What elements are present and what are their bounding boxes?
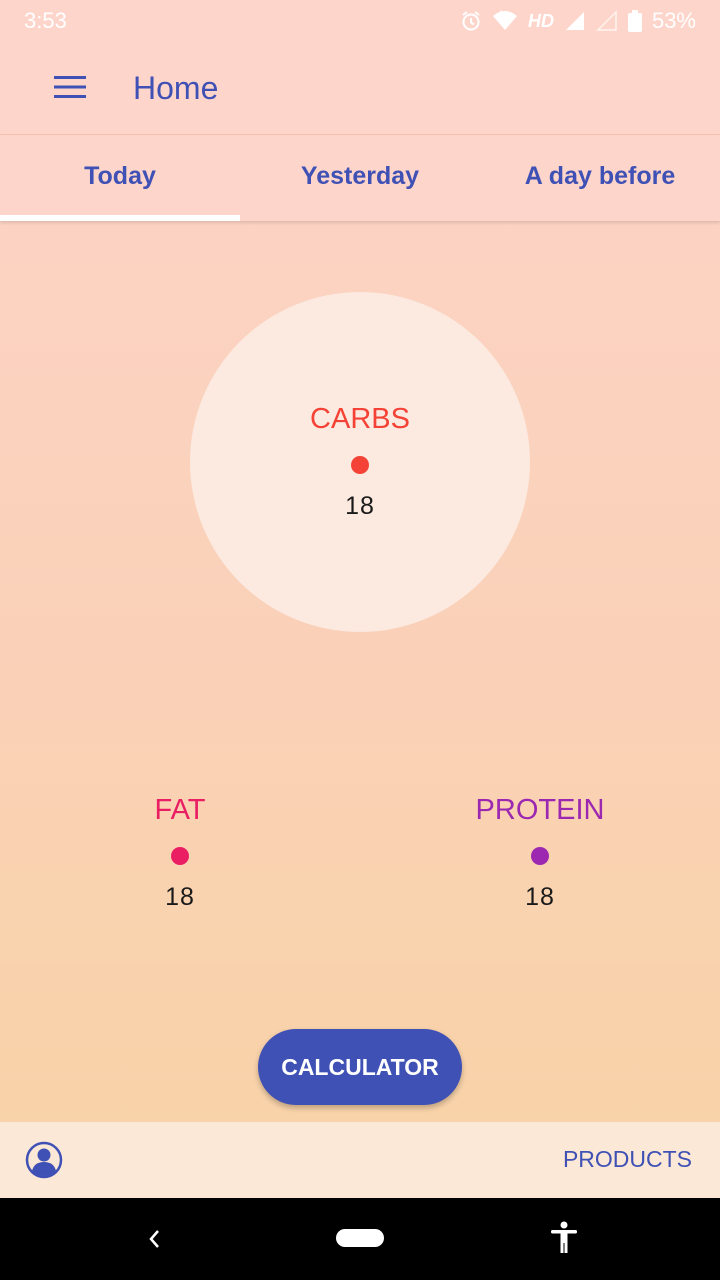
tab-label: A day before: [524, 161, 676, 190]
profile-button[interactable]: [24, 1140, 64, 1180]
bottom-bar: PRODUCTS: [0, 1122, 720, 1198]
carbs-macro: CARBS 18: [240, 402, 480, 521]
network-type: HD: [527, 10, 554, 31]
alarm-icon: [460, 10, 482, 32]
battery-icon: [627, 10, 642, 32]
home-pill-icon[interactable]: [336, 1229, 384, 1247]
fat-value: 18: [165, 883, 195, 911]
fat-dot: [171, 847, 189, 865]
status-icons: HD 53%: [460, 8, 696, 34]
page-title: Home: [133, 70, 219, 106]
carbs-value: 18: [345, 492, 375, 520]
back-icon[interactable]: [142, 1224, 168, 1259]
tab-day-before[interactable]: A day before: [480, 135, 720, 221]
tab-label: Yesterday: [300, 161, 420, 190]
system-nav-bar: [0, 1198, 720, 1280]
app-bar: Home: [0, 44, 720, 135]
tab-today[interactable]: Today: [0, 135, 240, 221]
account-circle-icon: [24, 1141, 64, 1184]
tab-yesterday[interactable]: Yesterday: [240, 135, 480, 221]
protein-dot: [531, 847, 549, 865]
signal-empty-icon: [596, 10, 618, 32]
accessibility-icon[interactable]: [548, 1220, 580, 1261]
protein-macro: PROTEIN 18: [420, 793, 660, 912]
tab-bar: Today Yesterday A day before: [0, 135, 720, 221]
products-button[interactable]: PRODUCTS: [563, 1146, 692, 1173]
carbs-label: CARBS: [310, 403, 410, 435]
signal-icon: [564, 10, 586, 32]
menu-icon: [54, 75, 86, 104]
calculator-label: CALCULATOR: [281, 1053, 439, 1080]
tab-label: Today: [84, 161, 156, 190]
fat-label: FAT: [154, 794, 206, 826]
tab-indicator: [0, 215, 240, 221]
status-time: 3:53: [24, 8, 67, 33]
battery-percent: 53%: [651, 8, 696, 33]
wifi-icon: [492, 10, 518, 32]
protein-label: PROTEIN: [475, 794, 605, 826]
protein-value: 18: [525, 883, 555, 911]
menu-button[interactable]: [40, 64, 100, 114]
status-bar: 3:53 HD 53%: [0, 0, 720, 44]
calculator-button[interactable]: CALCULATOR: [258, 1029, 462, 1105]
fat-macro: FAT 18: [60, 793, 300, 912]
carbs-dot: [351, 456, 369, 474]
